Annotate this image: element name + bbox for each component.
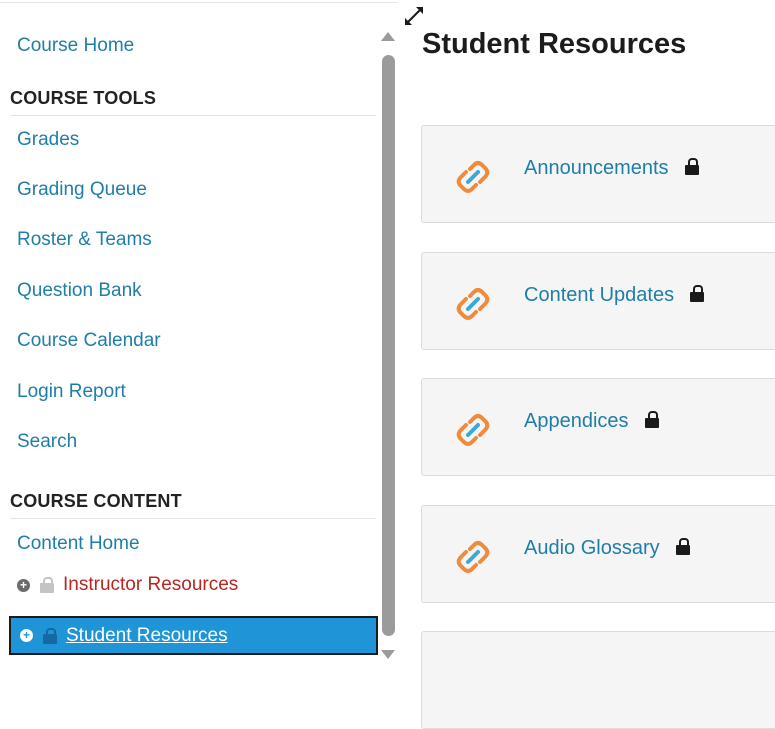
lock-icon [644,411,659,428]
tree-item-student-resources[interactable]: + Student Resources [9,616,378,655]
section-divider [10,518,376,519]
sidebar-link-roster-teams[interactable]: Roster & Teams [17,229,152,251]
sidebar-link-login-report[interactable]: Login Report [17,381,126,403]
link-icon [456,414,490,446]
resource-card[interactable]: Announcements [421,125,775,223]
card-title-text[interactable]: Appendices [524,410,629,432]
lock-icon [684,158,699,175]
card-title-link[interactable]: Announcements [524,157,699,180]
plus-circle-icon[interactable]: + [17,578,30,592]
sidebar-link-question-bank[interactable]: Question Bank [17,280,142,302]
resource-card[interactable]: Appendices [421,378,775,476]
card-title-text[interactable]: Audio Glossary [524,537,660,559]
sidebar-link-course-home[interactable]: Course Home [17,35,134,57]
lock-icon [43,627,57,644]
resource-card[interactable]: Content Updates [421,252,775,350]
card-title-link[interactable]: Content Updates [524,284,705,307]
card-title-text[interactable]: Content Updates [524,284,674,306]
tree-item-instructor-resources[interactable]: + Instructor Resources [17,573,238,597]
link-icon [456,161,490,193]
course-content-heading: COURSE CONTENT [10,491,182,511]
scrollbar-thumb[interactable] [382,55,395,636]
sidebar-link-grades[interactable]: Grades [17,129,79,151]
card-title-link[interactable]: Audio Glossary [524,537,690,560]
sidebar-link-search[interactable]: Search [17,431,77,453]
tree-item-label[interactable]: Student Resources [66,625,228,647]
lock-icon [675,538,690,555]
lock-icon [40,577,54,593]
card-title-link[interactable]: Appendices [524,410,659,433]
course-tools-heading: COURSE TOOLS [10,88,157,108]
page-title: Student Resources [422,28,687,60]
resource-card[interactable]: Audio Glossary [421,505,775,603]
link-icon [456,288,490,320]
tree-item-label[interactable]: Instructor Resources [63,574,238,596]
scroll-down-arrow[interactable] [381,650,395,659]
scroll-up-arrow[interactable] [381,32,395,41]
expand-icon[interactable] [403,5,425,27]
card-title-text[interactable]: Announcements [524,157,669,179]
sidebar-link-content-home[interactable]: Content Home [17,533,140,555]
sidebar-link-course-calendar[interactable]: Course Calendar [17,330,161,352]
resource-card-partial[interactable] [421,631,775,729]
sidebar-link-grading-queue[interactable]: Grading Queue [17,179,147,201]
link-icon [456,541,490,573]
section-divider [10,115,376,116]
lock-icon [690,285,705,302]
plus-circle-icon[interactable]: + [20,629,33,642]
sidebar: Course Home COURSE TOOLS Grades Grading … [0,0,378,660]
